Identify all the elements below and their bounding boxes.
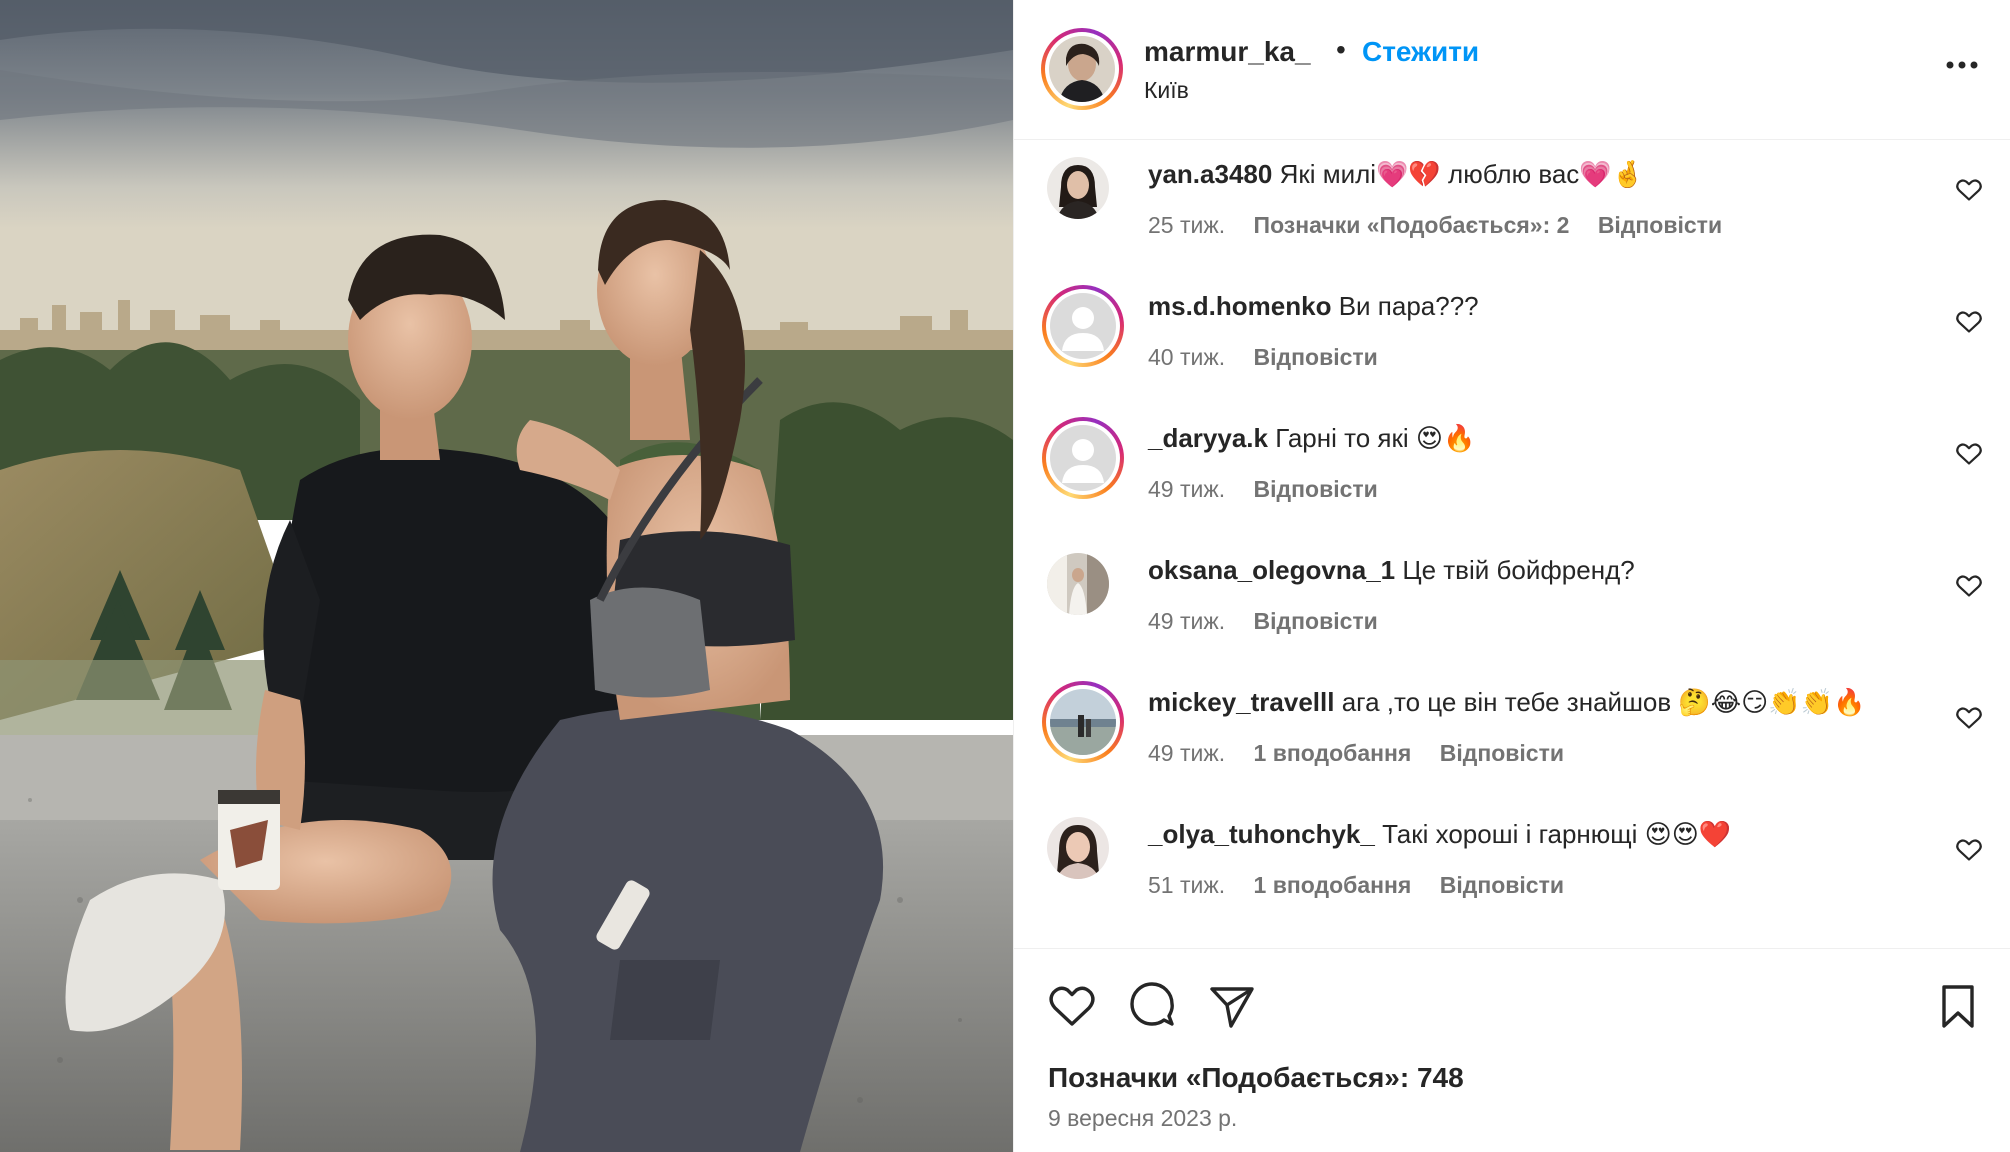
comment-body: ага ,то це він тебе знайшов 🤔😂😏👏👏🔥 — [1341, 687, 1866, 717]
comment-like-heart-icon[interactable] — [1956, 178, 1982, 202]
share-icon[interactable] — [1208, 982, 1256, 1030]
commenter-avatar-image — [1047, 157, 1109, 219]
comment-text-line: _olya_tuhonchyk_ Такі хороші і гарнющі 😍… — [1148, 819, 1731, 850]
comment-meta: 25 тиж. Позначки «Подобається»: 2 Відпов… — [1148, 212, 1744, 239]
comment-username[interactable]: oksana_olegovna_1 — [1148, 555, 1395, 585]
comment-like-heart-icon[interactable] — [1956, 310, 1982, 334]
comment-like-heart-icon[interactable] — [1956, 838, 1982, 862]
comment-body: Які милі💗💔 люблю вас💗🤞 — [1279, 159, 1645, 189]
comment-username[interactable]: yan.a3480 — [1148, 159, 1272, 189]
comment-item: _daryya.k Гарні то які 😍🔥 49 тиж. Відпов… — [1014, 404, 2010, 536]
comment-body: Такі хороші і гарнющі 😍😍❤️ — [1382, 819, 1732, 849]
reply-button[interactable]: Відповісти — [1254, 608, 1378, 634]
post-date[interactable]: 9 вересня 2023 р. — [1048, 1105, 1237, 1132]
reply-button[interactable]: Відповісти — [1440, 740, 1564, 766]
comment-item: mickey_travelll ага ,то це він тебе знай… — [1014, 668, 2010, 800]
commenter-avatar[interactable] — [1042, 681, 1124, 763]
comment-meta: 51 тиж. 1 вподобання Відповісти — [1148, 872, 1586, 899]
comment-username[interactable]: mickey_travelll — [1148, 687, 1334, 717]
commenter-avatar-image — [1047, 817, 1109, 879]
comment-icon[interactable] — [1128, 982, 1176, 1030]
reply-button[interactable]: Відповісти — [1254, 476, 1378, 502]
comment-time[interactable]: 49 тиж. — [1148, 608, 1225, 634]
comment-likes[interactable]: 1 вподобання — [1254, 872, 1412, 898]
post-likes-count[interactable]: Позначки «Подобається»: 748 — [1048, 1062, 1464, 1094]
heart-icon[interactable] — [1048, 982, 1096, 1030]
post-side-panel: marmur_ka_ • Стежити Київ yan.a3480 Які … — [1013, 0, 2010, 1152]
comment-item: yan.a3480 Які милі💗💔 люблю вас💗🤞 25 тиж.… — [1014, 140, 2010, 272]
owner-avatar-image — [1049, 36, 1115, 102]
comment-body: Гарні то які 😍🔥 — [1275, 423, 1476, 453]
reply-button[interactable]: Відповісти — [1598, 212, 1722, 238]
owner-username[interactable]: marmur_ka_ — [1144, 36, 1311, 68]
comment-like-heart-icon[interactable] — [1956, 706, 1982, 730]
commenter-avatar[interactable] — [1047, 817, 1109, 879]
reply-button[interactable]: Відповісти — [1254, 344, 1378, 370]
default-user-avatar-icon — [1050, 293, 1116, 359]
couple-photo-illustration — [0, 0, 1013, 1152]
comment-text-line: ms.d.homenko Ви пара??? — [1148, 291, 1479, 322]
comment-item: _olya_tuhonchyk_ Такі хороші і гарнющі 😍… — [1014, 800, 2010, 932]
default-user-avatar-icon — [1050, 425, 1116, 491]
comment-time[interactable]: 49 тиж. — [1148, 740, 1225, 766]
comment-meta: 40 тиж. Відповісти — [1148, 344, 1400, 371]
separator-dot: • — [1336, 34, 1346, 65]
follow-button[interactable]: Стежити — [1362, 36, 1479, 68]
comment-meta: 49 тиж. Відповісти — [1148, 476, 1400, 503]
instagram-post-view: marmur_ka_ • Стежити Київ yan.a3480 Які … — [0, 0, 2010, 1152]
comments-list: yan.a3480 Які милі💗💔 люблю вас💗🤞 25 тиж.… — [1014, 140, 2010, 948]
comment-meta: 49 тиж. Відповісти — [1148, 608, 1400, 635]
more-options-icon[interactable] — [1944, 58, 1980, 72]
bookmark-icon[interactable] — [1934, 982, 1982, 1030]
commenter-avatar-image — [1047, 553, 1109, 615]
comment-likes[interactable]: 1 вподобання — [1254, 740, 1412, 766]
comment-time[interactable]: 40 тиж. — [1148, 344, 1225, 370]
comment-like-heart-icon[interactable] — [1956, 574, 1982, 598]
post-photo[interactable] — [0, 0, 1013, 1152]
comment-time[interactable]: 49 тиж. — [1148, 476, 1225, 502]
comment-text-line: yan.a3480 Які милі💗💔 люблю вас💗🤞 — [1148, 159, 1644, 190]
comment-text-line: _daryya.k Гарні то які 😍🔥 — [1148, 423, 1475, 454]
comment-body: Ви пара??? — [1338, 291, 1479, 321]
post-header: marmur_ka_ • Стежити Київ — [1014, 0, 2010, 140]
comment-time[interactable]: 25 тиж. — [1148, 212, 1225, 238]
comment-likes[interactable]: Позначки «Подобається»: 2 — [1254, 212, 1570, 238]
comment-username[interactable]: ms.d.homenko — [1148, 291, 1331, 321]
commenter-avatar[interactable] — [1042, 285, 1124, 367]
comment-time[interactable]: 51 тиж. — [1148, 872, 1225, 898]
post-location[interactable]: Київ — [1144, 77, 1189, 104]
comment-username[interactable]: _daryya.k — [1148, 423, 1268, 453]
commenter-avatar[interactable] — [1047, 553, 1109, 615]
comment-meta: 49 тиж. 1 вподобання Відповісти — [1148, 740, 1586, 767]
comment-text-line: mickey_travelll ага ,то це він тебе знай… — [1148, 687, 1865, 718]
owner-avatar[interactable] — [1041, 28, 1123, 110]
commenter-avatar[interactable] — [1042, 417, 1124, 499]
comment-username[interactable]: _olya_tuhonchyk_ — [1148, 819, 1375, 849]
comment-body: Це твій бойфренд? — [1402, 555, 1635, 585]
comment-item: oksana_olegovna_1 Це твій бойфренд? 49 т… — [1014, 536, 2010, 668]
commenter-avatar-image — [1050, 689, 1116, 755]
post-actions: Позначки «Подобається»: 748 9 вересня 20… — [1014, 948, 2010, 1152]
comment-text-line: oksana_olegovna_1 Це твій бойфренд? — [1148, 555, 1635, 586]
commenter-avatar[interactable] — [1047, 157, 1109, 219]
comment-item: ms.d.homenko Ви пара??? 40 тиж. Відповіс… — [1014, 272, 2010, 404]
comment-like-heart-icon[interactable] — [1956, 442, 1982, 466]
reply-button[interactable]: Відповісти — [1440, 872, 1564, 898]
